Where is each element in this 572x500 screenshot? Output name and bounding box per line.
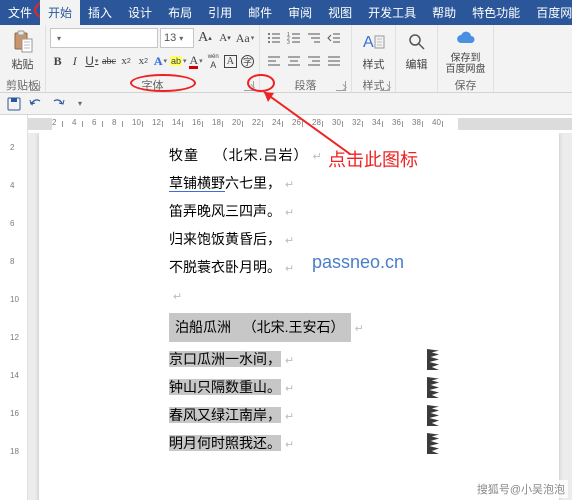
poem1-l3: 归来饱饭黄昏后，↵ xyxy=(169,229,429,250)
document-area: 24681012141618 牧童 （北宋.吕岩）↵ 草铺横野六七里，↵ 笛弄晚… xyxy=(0,133,572,500)
enclosed-char-button[interactable]: 字 xyxy=(240,51,255,71)
multilevel-button[interactable] xyxy=(304,28,322,48)
save-baidu-l1: 保存到 xyxy=(451,53,481,64)
highlight-button[interactable]: ab▾ xyxy=(170,51,187,71)
tab-layout[interactable]: 布局 xyxy=(160,0,200,25)
paragraph-group-label: 段落 xyxy=(295,77,317,93)
qat-save-icon[interactable] xyxy=(6,96,22,112)
paragraph-launcher[interactable] xyxy=(336,81,346,91)
phonetic-guide-button[interactable]: wénA xyxy=(206,51,221,71)
font-size-value: 13 xyxy=(164,32,176,44)
horizontal-ruler-row: 246810121416182022242628303234363840 xyxy=(0,115,572,133)
subscript-button[interactable]: x2 xyxy=(119,51,134,71)
font-color-button[interactable]: A▾ xyxy=(189,51,204,71)
poem1-l2: 笛弄晚风三四声。↵ xyxy=(169,201,429,222)
bold-button[interactable]: B xyxy=(50,51,65,71)
qat-customize-icon[interactable]: ▾ xyxy=(72,96,88,112)
clipboard-launcher[interactable] xyxy=(30,81,40,91)
justify-button[interactable] xyxy=(324,51,342,71)
cloud-save-icon xyxy=(454,27,478,51)
tab-file[interactable]: 文件 xyxy=(0,0,40,25)
align-center-button[interactable] xyxy=(284,51,302,71)
tab-design[interactable]: 设计 xyxy=(120,0,160,25)
align-right-button[interactable] xyxy=(304,51,322,71)
align-left-button[interactable] xyxy=(264,51,282,71)
tab-special[interactable]: 特色功能 xyxy=(464,0,528,25)
group-clipboard: 粘贴 剪贴板 xyxy=(0,25,46,92)
tab-insert[interactable]: 插入 xyxy=(80,0,120,25)
poem2-l2: 钟山只隔数重山。↵ xyxy=(169,377,429,398)
change-case-button[interactable]: Aa▾ xyxy=(236,28,254,48)
shrink-font-button[interactable]: A▾ xyxy=(216,28,234,48)
poem1-l4: 不脱蓑衣卧月明。↵ xyxy=(169,257,429,278)
save-group-label: 保存 xyxy=(455,77,477,93)
qat-undo-icon[interactable] xyxy=(28,96,44,112)
paste-label: 粘贴 xyxy=(12,56,34,72)
tab-view[interactable]: 视图 xyxy=(320,0,360,25)
qat-redo-icon[interactable] xyxy=(50,96,66,112)
save-baidu-l2: 百度网盘 xyxy=(446,64,486,75)
numbering-button[interactable]: 123 xyxy=(284,28,302,48)
font-name-combo[interactable]: ▾ xyxy=(50,28,158,48)
find-icon xyxy=(405,30,429,54)
underline-button[interactable]: U▾ xyxy=(84,51,99,71)
save-baidu-button[interactable]: 保存到百度网盘 xyxy=(440,27,492,75)
quick-access-toolbar: ▾ xyxy=(0,93,572,115)
font-launcher[interactable] xyxy=(244,81,254,91)
tab-help[interactable]: 帮助 xyxy=(424,0,464,25)
poem2-l4: 明月何时照我还。↵ xyxy=(169,433,429,454)
superscript-button[interactable]: x2 xyxy=(136,51,151,71)
group-save: 保存到百度网盘 保存 xyxy=(438,25,494,92)
editing-button-label: 编辑 xyxy=(406,56,428,72)
document-content[interactable]: 牧童 （北宋.吕岩）↵ 草铺横野六七里，↵ 笛弄晚风三四声。↵ 归来饱饭黄昏后，… xyxy=(169,145,429,461)
credit-label: 搜狐号@小吴泡泡 xyxy=(474,480,568,498)
styles-button-label: 样式 xyxy=(363,56,385,72)
blank-line: ↵ xyxy=(169,285,429,306)
strike-button[interactable]: abc xyxy=(101,51,116,71)
group-paragraph: 123 段落 xyxy=(260,25,352,92)
grow-font-button[interactable]: A▴ xyxy=(196,28,214,48)
tab-review[interactable]: 审阅 xyxy=(280,0,320,25)
poem2-title: 泊船瓜洲 （北宋.王安石）↵ xyxy=(169,313,429,342)
font-group-label: 字体 xyxy=(142,77,164,93)
tab-home[interactable]: 开始 xyxy=(40,0,80,25)
document-scroll-area[interactable]: 牧童 （北宋.吕岩）↵ 草铺横野六七里，↵ 笛弄晚风三四声。↵ 归来饱饭黄昏后，… xyxy=(28,133,572,500)
svg-text:3: 3 xyxy=(287,40,290,44)
poem2-l3: 春风又绿江南岸，↵ xyxy=(169,405,429,426)
styles-launcher[interactable] xyxy=(380,81,390,91)
decrease-indent-button[interactable] xyxy=(324,28,342,48)
poem2-l1: 京口瓜洲一水间，↵ xyxy=(169,349,429,370)
tab-references[interactable]: 引用 xyxy=(200,0,240,25)
paste-button[interactable]: 粘贴 xyxy=(4,27,42,75)
poem1-l1: 草铺横野六七里，↵ xyxy=(169,173,429,194)
tab-mail[interactable]: 邮件 xyxy=(240,0,280,25)
tab-dev[interactable]: 开发工具 xyxy=(360,0,424,25)
editing-button[interactable]: 编辑 xyxy=(398,27,436,75)
styles-button[interactable]: A 样式 xyxy=(355,27,393,75)
styles-icon: A xyxy=(362,30,386,54)
page: 牧童 （北宋.吕岩）↵ 草铺横野六七里，↵ 笛弄晚风三四声。↵ 归来饱饭黄昏后，… xyxy=(39,133,559,500)
italic-button[interactable]: I xyxy=(67,51,82,71)
group-styles: A 样式 样式 xyxy=(352,25,396,92)
svg-text:A: A xyxy=(363,34,374,51)
vertical-ruler[interactable]: 24681012141618 xyxy=(0,133,28,500)
font-size-combo[interactable]: 13▾ xyxy=(160,28,194,48)
menu-tabs: 文件 开始 插入 设计 布局 引用 邮件 审阅 视图 开发工具 帮助 特色功能 … xyxy=(0,0,572,25)
text-effects-button[interactable]: A▾ xyxy=(153,51,168,71)
paste-icon xyxy=(11,30,35,54)
ribbon: 粘贴 剪贴板 ▾ 13▾ A▴ A▾ Aa▾ B I U▾ abc x2 x2 … xyxy=(0,25,572,93)
horizontal-ruler[interactable]: 246810121416182022242628303234363840 xyxy=(28,115,572,133)
bullets-button[interactable] xyxy=(264,28,282,48)
char-border-button[interactable]: A xyxy=(223,51,238,71)
group-editing: 编辑 xyxy=(396,25,438,92)
poem1-title: 牧童 （北宋.吕岩）↵ xyxy=(169,145,429,166)
tab-baidu[interactable]: 百度网盘 xyxy=(528,0,572,25)
group-font: ▾ 13▾ A▴ A▾ Aa▾ B I U▾ abc x2 x2 A▾ ab▾ … xyxy=(46,25,260,92)
